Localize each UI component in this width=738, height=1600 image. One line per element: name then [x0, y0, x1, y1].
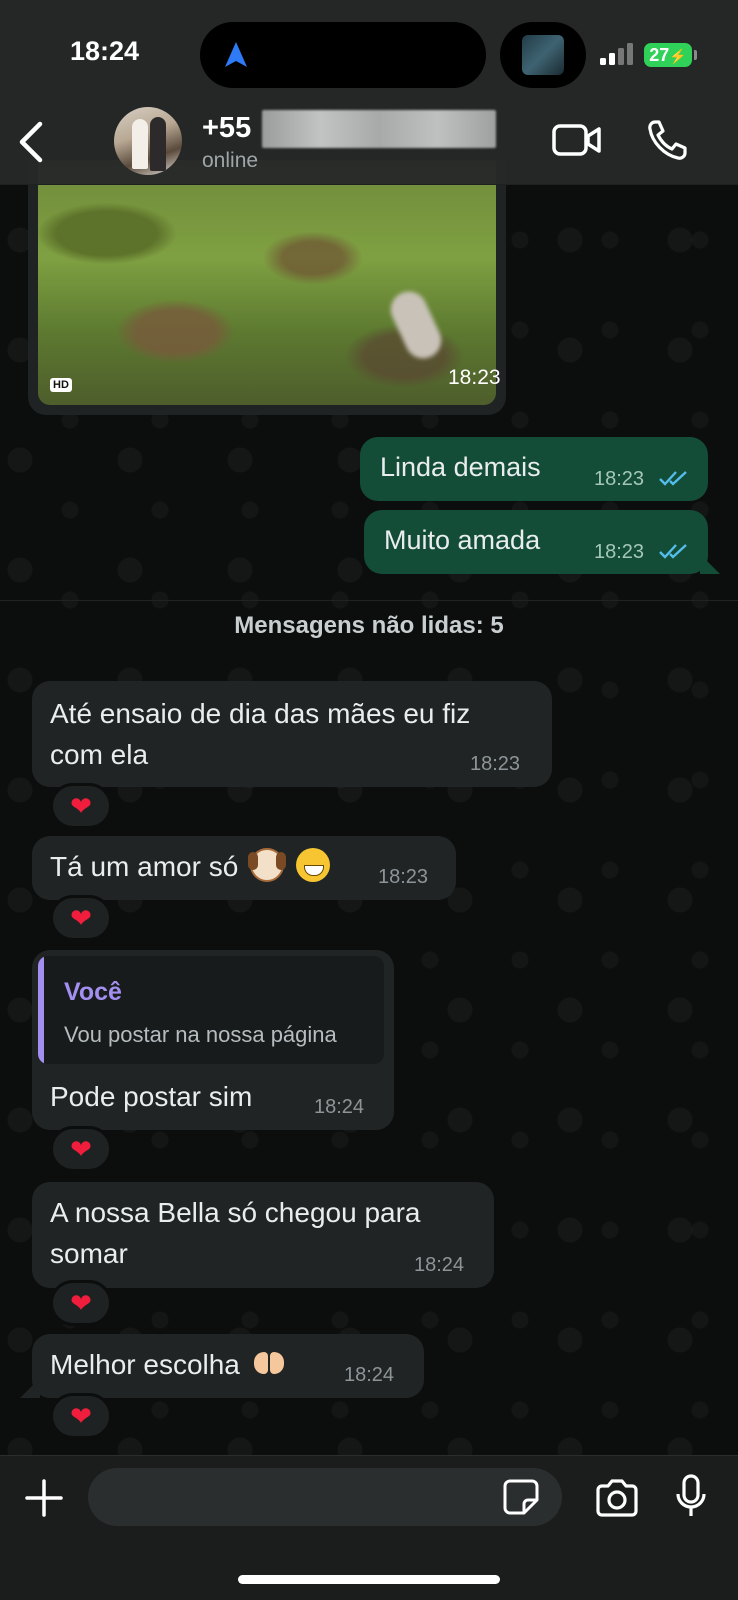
status-bar-time: 18:24 — [70, 36, 140, 66]
quoted-message[interactable]: Você Vou postar na nossa página — [38, 956, 384, 1064]
heart-reaction[interactable]: ❤ — [50, 895, 112, 941]
outgoing-message[interactable]: Linda demais 18:23 — [360, 437, 708, 501]
photo-thumbnail[interactable] — [38, 160, 496, 405]
heart-hands-emoji-icon — [252, 1346, 286, 1380]
message-text: Muito amada — [384, 525, 541, 555]
grinning-face-emoji-icon — [295, 848, 330, 882]
message-timestamp: 18:24 — [314, 1096, 365, 1118]
quoted-author: Você — [64, 978, 122, 1006]
charging-bolt-icon: ⚡ — [669, 48, 687, 64]
heart-reaction[interactable]: ❤ — [50, 1126, 112, 1172]
dog-face-emoji-icon — [248, 848, 287, 882]
message-text-line: com ela — [50, 739, 149, 770]
sticker-icon[interactable] — [502, 1478, 540, 1516]
message-timestamp: 18:23 — [378, 866, 429, 888]
message-text-line: Até ensaio de dia das mães eu fiz — [50, 698, 471, 729]
message-text: Pode postar sim — [50, 1081, 253, 1112]
microphone-icon[interactable] — [674, 1474, 708, 1520]
message-text-line: somar — [50, 1238, 128, 1269]
message-timestamp: 18:24 — [414, 1254, 465, 1276]
incoming-photo-message[interactable]: HD 18:23 — [28, 160, 506, 415]
battery-indicator: 27⚡ — [644, 43, 692, 67]
plus-attach-icon[interactable] — [24, 1478, 64, 1518]
message-timestamp: 18:23 — [448, 366, 501, 389]
heart-reaction[interactable]: ❤ — [50, 1280, 112, 1326]
incoming-message[interactable]: A nossa Bella só chegou para somar 18:24 — [32, 1182, 494, 1288]
message-text: Tá um amor só — [50, 851, 239, 882]
unread-divider-line — [0, 600, 738, 601]
battery-cap — [694, 50, 697, 60]
phone-call-icon[interactable] — [646, 118, 688, 162]
camera-icon[interactable] — [594, 1478, 640, 1518]
video-call-icon[interactable] — [552, 122, 602, 158]
hd-badge: HD — [50, 378, 72, 392]
chat-header: 18:24 27⚡ +55 online — [0, 0, 738, 185]
message-timestamp: 18:23 — [594, 541, 645, 563]
quote-accent-bar — [38, 956, 44, 1064]
unread-messages-label: Mensagens não lidas: 5 — [234, 612, 504, 639]
incoming-message[interactable]: Melhor escolha 18:24 — [32, 1334, 424, 1398]
message-timestamp: 18:24 — [344, 1364, 395, 1386]
battery-level: 27 — [649, 45, 670, 65]
read-receipt-icon — [659, 544, 687, 559]
incoming-message[interactable]: Até ensaio de dia das mães eu fiz com el… — [32, 681, 552, 787]
back-chevron-icon[interactable] — [14, 118, 50, 166]
now-playing-island — [500, 22, 586, 88]
message-text-line: Melhor escolha — [50, 1344, 286, 1385]
navigation-arrow-icon — [225, 42, 247, 67]
message-composer — [0, 1455, 738, 1600]
message-timestamp: 18:23 — [470, 753, 521, 775]
contact-online-status: online — [202, 149, 259, 172]
message-timestamp: 18:23 — [594, 468, 645, 490]
read-receipt-icon — [659, 471, 687, 486]
outgoing-message[interactable]: Muito amada 18:23 — [364, 510, 708, 574]
home-indicator[interactable] — [238, 1575, 500, 1584]
heart-reaction[interactable]: ❤ — [50, 1393, 112, 1439]
message-text-line: Tá um amor só — [50, 846, 330, 887]
heart-reaction[interactable]: ❤ — [50, 783, 112, 829]
incoming-reply-message[interactable]: Você Vou postar na nossa página Pode pos… — [32, 950, 394, 1130]
quoted-text: Vou postar na nossa página — [64, 1022, 337, 1047]
dynamic-island — [200, 22, 486, 88]
incoming-message[interactable]: Tá um amor só 18:23 — [32, 836, 456, 900]
message-text: Linda demais — [380, 452, 541, 482]
message-text: Melhor escolha — [50, 1349, 240, 1380]
redacted-phone-number — [262, 110, 496, 148]
contact-name[interactable]: +55 — [202, 112, 251, 145]
contact-avatar[interactable] — [114, 107, 182, 175]
message-text-line: A nossa Bella só chegou para — [50, 1197, 421, 1228]
signal-strength-icon — [600, 43, 633, 65]
message-input[interactable] — [88, 1468, 562, 1526]
album-art-thumbnail — [522, 35, 564, 75]
